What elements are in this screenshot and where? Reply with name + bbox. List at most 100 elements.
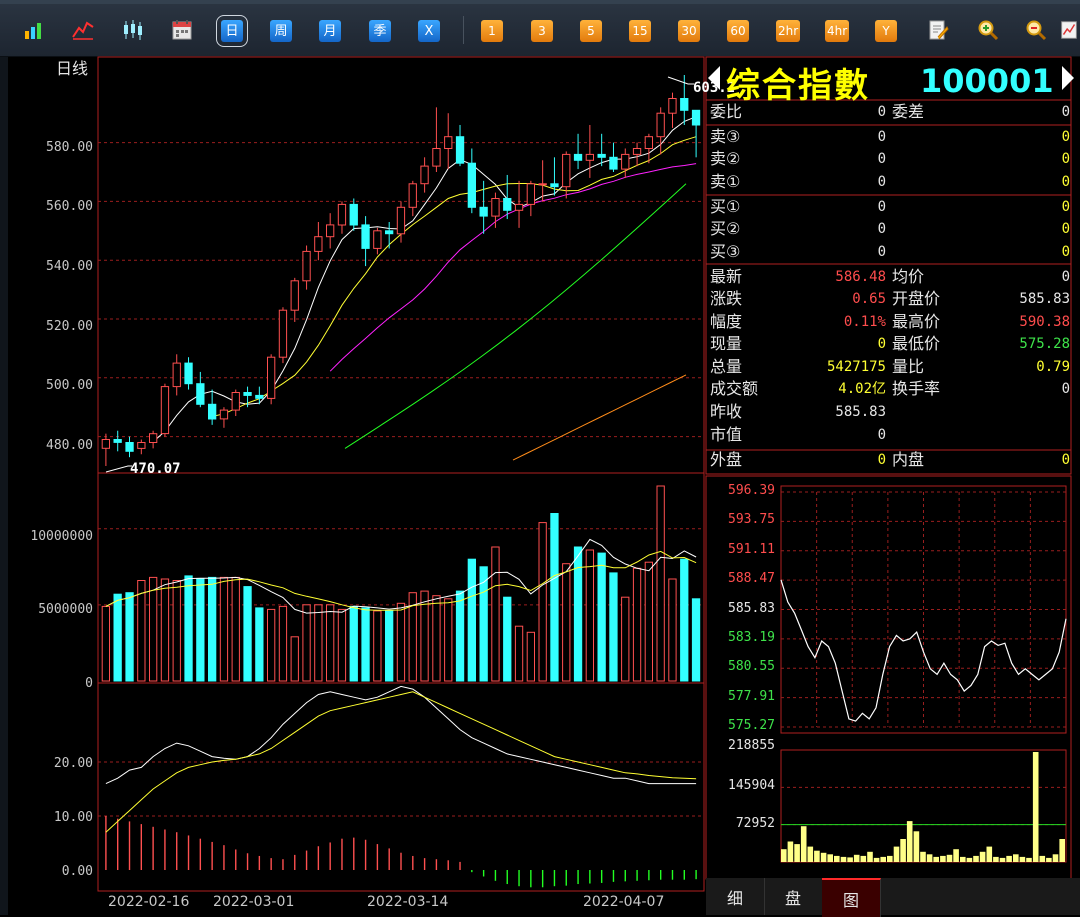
intraday-volume-frame [780, 749, 1067, 863]
candle-body [349, 203, 358, 226]
volume-bar [196, 578, 205, 682]
ratio-label: 量比 [892, 357, 925, 376]
volume-bar [691, 598, 701, 682]
buy-3-label: 买③ [710, 242, 741, 261]
intraday-volume-bar [1013, 854, 1019, 862]
low-value: 575.28 [1019, 336, 1070, 352]
intraday-volume-bar [1052, 854, 1059, 862]
candle-body [467, 162, 477, 208]
ma120-line [512, 374, 687, 461]
open-label: 开盘价 [892, 289, 941, 308]
volume-bar [656, 485, 665, 682]
indicator-tick-label: 0.00 [62, 864, 93, 879]
candle-body [621, 153, 630, 170]
candle-body [550, 183, 559, 188]
outer-value: 0 [877, 452, 886, 468]
volume-bar [491, 546, 500, 682]
volume-bar [314, 604, 323, 682]
candle-body [219, 409, 229, 420]
volume-bar [385, 610, 394, 682]
intraday-volume-bar [807, 846, 814, 862]
intraday-volume-bar [873, 857, 880, 862]
buy-2-volume: 0 [1061, 221, 1070, 237]
candle-body [644, 136, 654, 149]
volume-bar [208, 576, 217, 682]
intraday-volume-tick: 218855 [728, 738, 775, 753]
volume-bar [337, 608, 347, 682]
weibi-row: 委比 0 委差 0 [706, 101, 1070, 123]
intraday-volume-bar [1039, 855, 1046, 862]
intraday-volume-bar [834, 855, 840, 862]
intraday-volume-bar [820, 852, 827, 862]
candlesticks [101, 75, 701, 466]
buy-2-price: 0 [877, 221, 886, 237]
volume-ma10-line [105, 550, 697, 611]
intraday-volume-bar [887, 855, 893, 862]
buy-3-volume: 0 [1061, 244, 1070, 260]
volume-bar [396, 602, 406, 682]
intraday-price-tick: 593.75 [728, 512, 775, 528]
candle-body [609, 156, 618, 170]
volume-bar [149, 576, 158, 682]
volume-bar [361, 607, 370, 682]
avg-value: 0 [1061, 269, 1070, 285]
intraday-price-tick: 575.27 [728, 718, 775, 733]
next-security-arrow[interactable] [1062, 66, 1074, 90]
volume-bar [326, 604, 335, 682]
candle-body [503, 198, 512, 211]
sell-1-row: 卖① 0 0 [706, 171, 1070, 193]
candle-body [113, 439, 122, 443]
sell-1-label: 卖① [710, 172, 741, 191]
intraday-volume-bar [787, 841, 794, 862]
intraday-volume-bar [1026, 857, 1032, 862]
tab-chart[interactable]: 图 [822, 878, 881, 917]
volume-bar [632, 567, 642, 682]
candle-body [408, 183, 417, 208]
candle-body [149, 433, 158, 444]
candle-body [420, 165, 429, 185]
candle-body [326, 224, 335, 238]
volume-bar [455, 590, 465, 682]
candle-body [479, 206, 488, 217]
intraday-price-tick: 580.55 [728, 659, 775, 675]
candle-body [125, 442, 134, 452]
tab-detail[interactable]: 细 [706, 878, 765, 915]
buy-1-volume: 0 [1061, 199, 1070, 215]
intraday-volume-bar [867, 851, 873, 862]
curvol-row: 现量 0 最低价 575.28 [706, 333, 1070, 355]
turnover-value: 0 [1061, 381, 1070, 397]
candle-body [385, 230, 394, 235]
volume-bar [597, 552, 606, 682]
prevclose-row: 昨收 585.83 [706, 401, 1070, 423]
candle-body [597, 153, 606, 158]
intraday-volume-bar [953, 849, 959, 862]
totvol-row: 总量 5427175 量比 0.79 [706, 356, 1070, 378]
candle-body [184, 362, 193, 385]
intraday-volume-bar [926, 854, 933, 862]
date-label: 2022-03-14 [367, 894, 448, 910]
candle-body [255, 394, 264, 399]
candle-body [526, 183, 536, 205]
intraday-volume-bar [960, 856, 966, 862]
totvol-label: 总量 [710, 357, 743, 376]
intraday-volume-bar [880, 856, 886, 862]
prev-security-arrow[interactable] [708, 66, 720, 90]
volume-bar [125, 592, 134, 682]
volume-bar [243, 586, 252, 682]
volume-bar [479, 566, 488, 682]
buy-1-price: 0 [877, 199, 886, 215]
date-label: 2022-03-01 [213, 894, 294, 910]
candle-body [432, 148, 441, 167]
candle-body [656, 112, 665, 138]
ma20-line [329, 163, 697, 372]
volume-bar [172, 580, 181, 682]
sell-2-volume: 0 [1061, 151, 1070, 167]
intraday-volume-bar [946, 854, 953, 862]
tab-book[interactable]: 盘 [764, 878, 823, 915]
volume-bar [219, 576, 229, 682]
high-label: 最高价 [892, 312, 941, 331]
volume-bar [680, 558, 689, 682]
intraday-volume-bar [860, 855, 867, 862]
intraday-volume-bar [794, 844, 800, 862]
latest-value: 586.48 [835, 269, 886, 285]
